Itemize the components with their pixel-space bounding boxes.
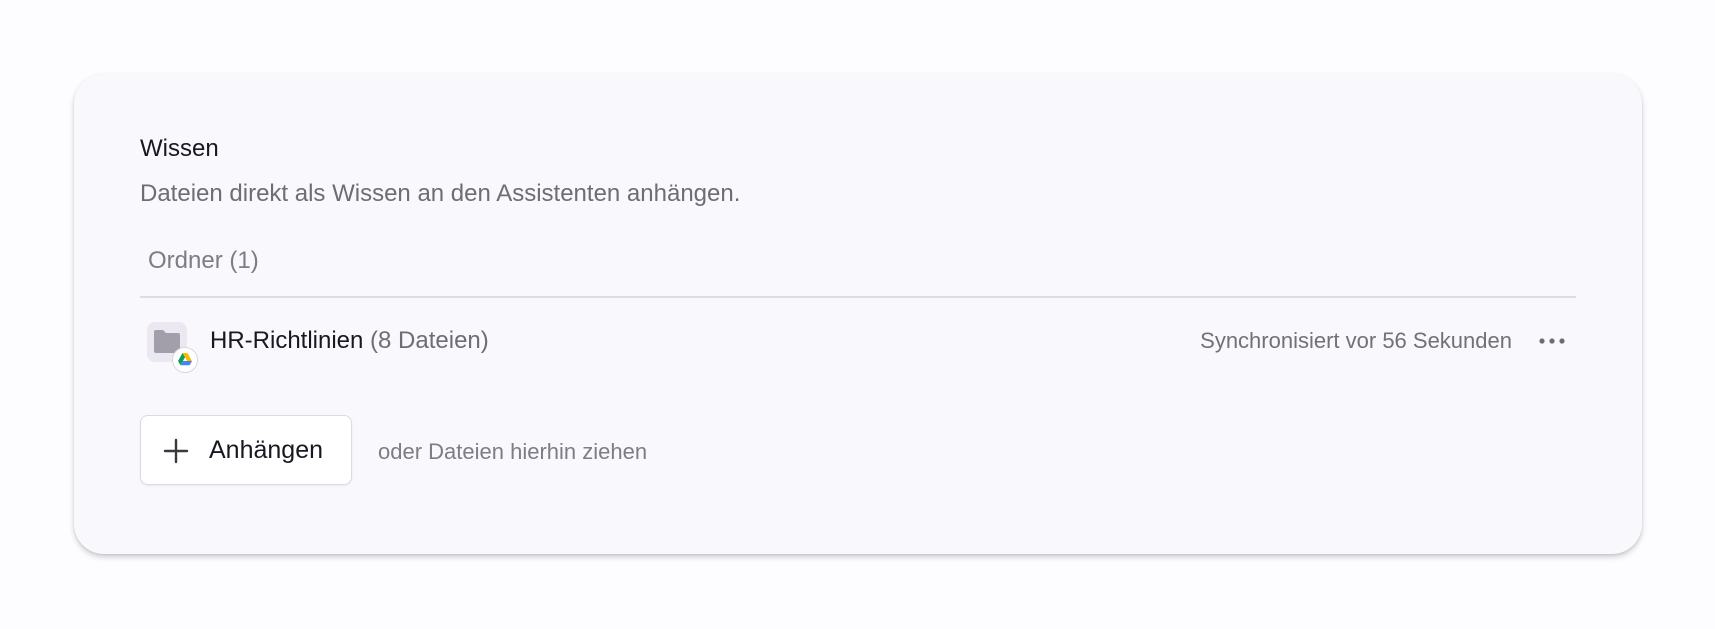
drop-hint: oder Dateien hierhin ziehen <box>378 439 648 464</box>
divider <box>140 296 1576 298</box>
knowledge-card: Wissen Dateien direkt als Wissen an den … <box>74 74 1642 554</box>
sync-status: Synchronisiert vor 56 Sekunden <box>1200 328 1512 353</box>
more-options-button[interactable] <box>1534 324 1570 358</box>
folder-file-count: (8 Dateien) <box>370 327 489 354</box>
attach-button[interactable]: Anhängen <box>140 415 352 485</box>
folder-name: HR-Richtlinien <box>210 327 364 354</box>
section-description: Dateien direkt als Wissen an den Assiste… <box>140 180 741 207</box>
folder-row[interactable]: HR-Richtlinien (8 Dateien) Synchronisier… <box>140 319 1576 385</box>
plus-icon <box>163 438 189 464</box>
attach-button-label: Anhängen <box>209 436 324 464</box>
section-title: Wissen <box>140 135 219 162</box>
folders-heading: Ordner (1) <box>148 247 259 274</box>
more-horizontal-icon <box>1539 338 1565 344</box>
folder-title[interactable]: HR-Richtlinien (8 Dateien) <box>210 326 489 356</box>
google-drive-icon <box>172 347 198 373</box>
